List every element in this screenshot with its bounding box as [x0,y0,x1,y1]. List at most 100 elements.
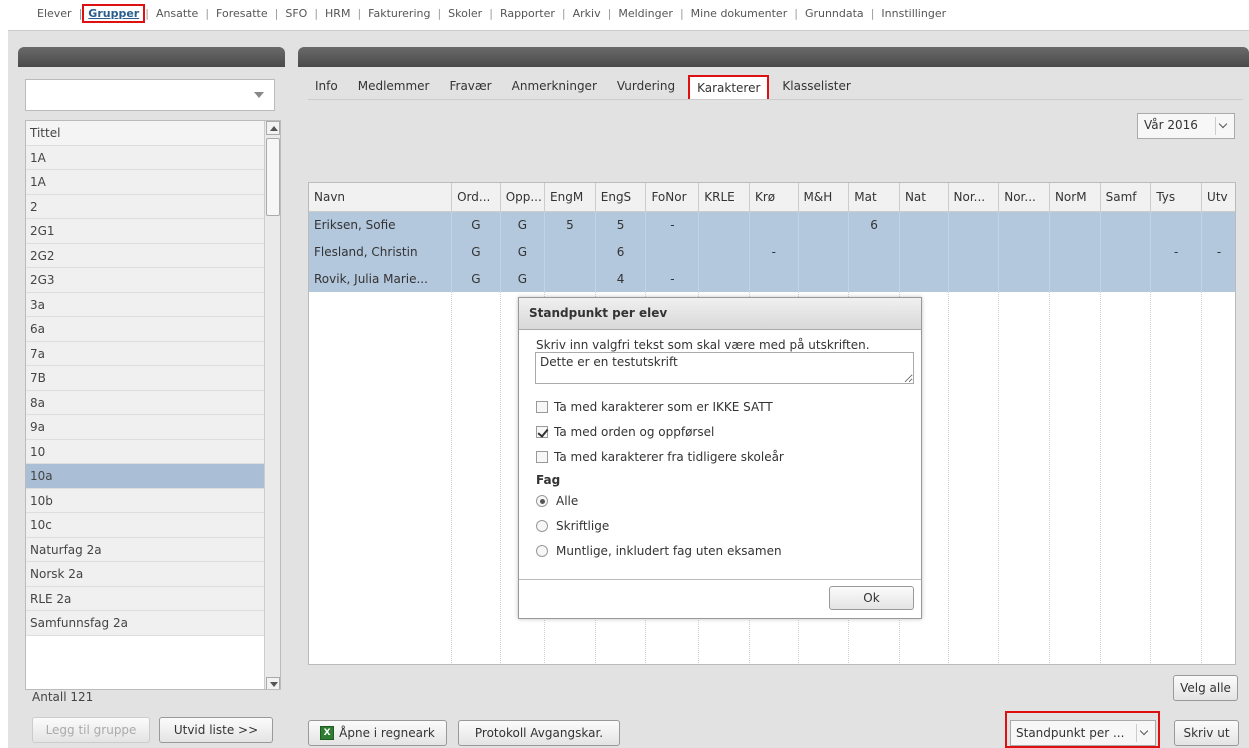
menu-item-arkiv[interactable]: Arkiv [566,7,608,20]
grade-cell [998,238,1050,265]
scroll-up-button[interactable] [266,121,280,135]
checkbox-unchecked[interactable] [536,401,548,413]
tab-fravær[interactable]: Fravær [442,75,498,99]
checkbox-unchecked[interactable] [536,451,548,463]
radio-selected[interactable] [536,495,548,507]
group-list-item[interactable]: 1A [26,145,266,170]
period-dropdown-button[interactable] [1215,117,1231,135]
tab-klasselister[interactable]: Klasselister [775,75,857,99]
group-list-item[interactable]: 10 [26,439,266,464]
column-header[interactable]: Ord... [451,183,501,212]
scroll-thumb[interactable] [266,138,280,216]
grade-cell [1100,238,1152,265]
menu-item-rapporter[interactable]: Rapporter [493,7,562,20]
radio-unselected[interactable] [536,545,548,557]
student-row[interactable]: Rovik, Julia Marie... G G 4- [309,265,1235,292]
group-list-item[interactable]: Samfunnsfag 2a [26,611,266,636]
group-list-item[interactable]: 10a [26,464,266,489]
group-list-item[interactable]: 6a [26,317,266,342]
column-header[interactable]: Nor... [948,183,1000,212]
group-panel-header [18,47,285,67]
tab-karakterer[interactable]: Karakterer [688,75,770,99]
column-header[interactable]: NorM [1049,183,1101,212]
radio-unselected[interactable] [536,520,548,532]
column-header[interactable]: Utv [1201,183,1235,212]
menu-item-sfo[interactable]: SFO [278,7,314,20]
group-list-item[interactable]: 3a [26,292,266,317]
group-list-scrollbar[interactable] [264,121,280,689]
column-header[interactable]: Tys [1150,183,1203,212]
dialog-radio-option[interactable]: Muntlige, inkludert fag uten eksamen [536,544,782,558]
grade-cell [1201,211,1235,238]
add-group-button[interactable]: Legg til gruppe [32,717,150,743]
menu-item-innstillinger[interactable]: Innstillinger [874,7,953,20]
tab-anmerkninger[interactable]: Anmerkninger [505,75,604,99]
ok-button[interactable]: Ok [829,586,914,610]
column-header[interactable]: Samf [1100,183,1152,212]
menu-item-skoler[interactable]: Skoler [441,7,489,20]
menu-item-foresatte[interactable]: Foresatte [209,7,275,20]
tab-vurdering[interactable]: Vurdering [610,75,682,99]
grade-cell [544,265,596,292]
grade-cell: 4 [595,265,647,292]
spreadsheet-icon: X [320,726,335,740]
student-row[interactable]: Eriksen, Sofie G G 5 5-6 [309,211,1235,238]
group-list-item[interactable]: 2G1 [26,219,266,244]
dialog-checkbox-option[interactable]: Ta med karakterer som er IKKE SATT [536,400,773,414]
menu-item-elever[interactable]: Elever [30,7,79,20]
expand-list-button[interactable]: Utvid liste >> [159,717,273,743]
column-header[interactable]: KRLE [698,183,750,212]
dialog-radio-option[interactable]: Skriftlige [536,519,609,533]
group-list-item[interactable]: 1A [26,170,266,195]
column-header[interactable]: EngS [595,183,647,212]
column-header[interactable]: M&H [798,183,850,212]
group-list-item[interactable]: 10b [26,488,266,513]
group-list-item[interactable]: 2G3 [26,268,266,293]
group-filter-combo[interactable] [25,79,275,111]
custom-text-input[interactable] [535,352,914,384]
dialog-checkbox-option[interactable]: Ta med orden og oppførsel [536,425,714,439]
checkbox-checked[interactable] [536,426,548,438]
empty-cell [998,292,1050,664]
select-all-button[interactable]: Velg alle [1173,675,1238,701]
menu-item-fakturering[interactable]: Fakturering [361,7,437,20]
scroll-down-button[interactable] [266,677,280,689]
dialog-divider [519,579,921,580]
grade-cell [1150,211,1203,238]
column-header[interactable]: Nor... [998,183,1050,212]
dialog-radio-option[interactable]: Alle [536,494,578,508]
student-row[interactable]: Flesland, Christin G G 6- - - [309,238,1235,265]
group-list-item[interactable]: 8a [26,390,266,415]
column-header[interactable]: FoNor [645,183,700,212]
group-list-item[interactable]: 2 [26,194,266,219]
open-spreadsheet-button[interactable]: X Åpne i regneark [308,720,447,746]
menu-item-hrm[interactable]: HRM [318,7,357,20]
period-select[interactable]: Vår 2016 [1137,113,1235,139]
group-list-item[interactable]: 2G2 [26,243,266,268]
group-list-header[interactable]: Tittel [26,121,266,146]
menu-item-ansatte[interactable]: Ansatte [149,7,205,20]
group-list-item[interactable]: 7B [26,366,266,391]
column-header[interactable]: Nat [899,183,949,212]
group-list-item[interactable]: Naturfag 2a [26,537,266,562]
tab-info[interactable]: Info [308,75,345,99]
menu-item-grunndata[interactable]: Grunndata [798,7,871,20]
dialog-checkbox-option[interactable]: Ta med karakterer fra tidligere skoleår [536,450,784,464]
protocol-button[interactable]: Protokoll Avgangskar. [458,720,620,746]
print-button[interactable]: Skriv ut [1174,720,1239,746]
column-header[interactable]: EngM [544,183,596,212]
menu-item-meldinger[interactable]: Meldinger [611,7,680,20]
group-list-item[interactable]: RLE 2a [26,586,266,611]
menu-item-mine-dokumenter[interactable]: Mine dokumenter [684,7,795,20]
column-header[interactable]: Mat [848,183,900,212]
tab-medlemmer[interactable]: Medlemmer [351,75,437,99]
group-list-item[interactable]: Norsk 2a [26,562,266,587]
group-list-item[interactable]: 9a [26,415,266,440]
menu-item-grupper[interactable]: Grupper [82,3,146,23]
column-header[interactable]: Navn [309,183,453,212]
group-list-item[interactable]: 10c [26,513,266,538]
column-header[interactable]: Krø [749,183,799,212]
column-header[interactable]: Opp... [500,183,546,212]
checkbox-label: Ta med karakterer som er IKKE SATT [554,400,773,414]
group-list-item[interactable]: 7a [26,341,266,366]
